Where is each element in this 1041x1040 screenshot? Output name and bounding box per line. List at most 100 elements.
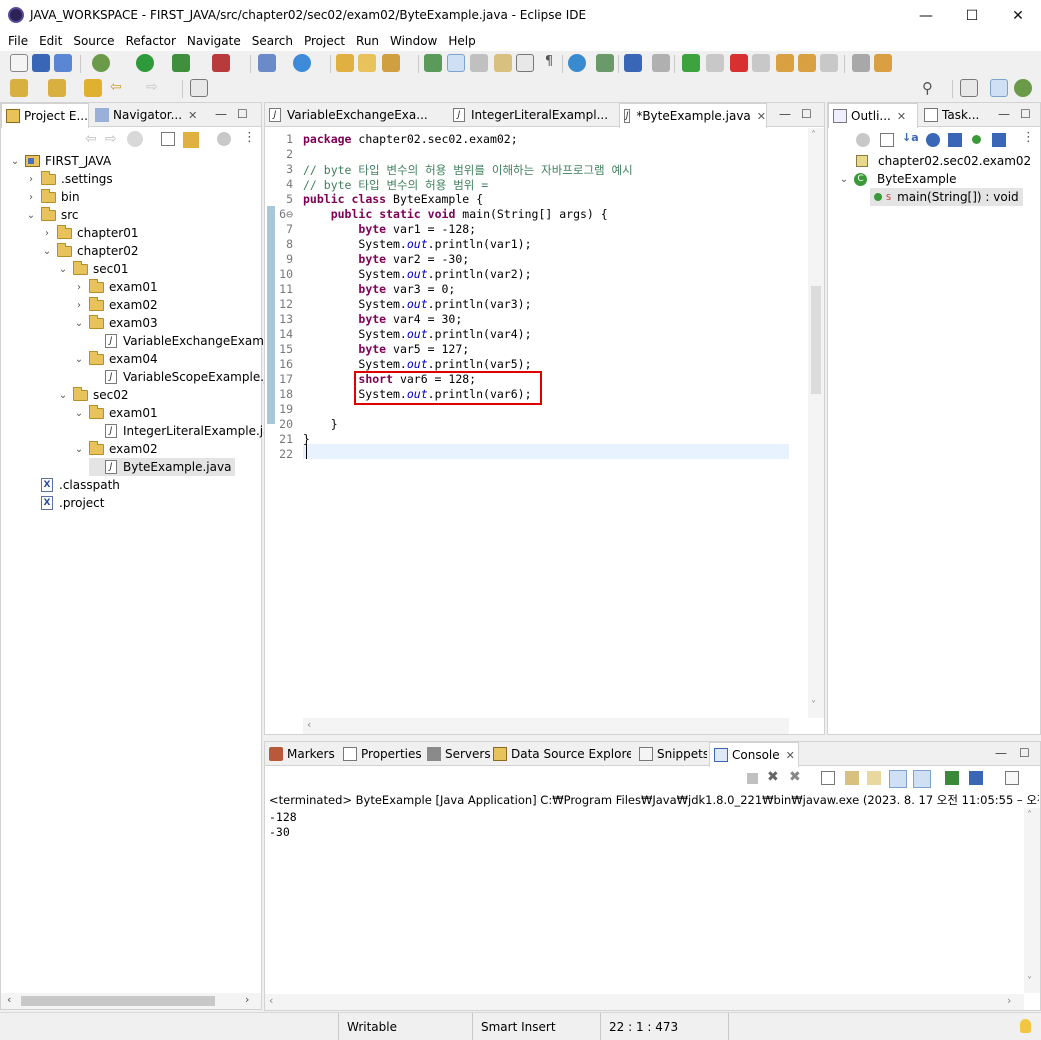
tab-task-list[interactable]: Task... (920, 103, 992, 127)
close-icon[interactable]: ✕ (897, 110, 906, 123)
chevron-down-icon[interactable]: ⌄ (25, 210, 37, 221)
save-all-icon[interactable] (54, 54, 72, 72)
step-into-icon[interactable] (776, 54, 794, 72)
tree-item[interactable]: ⌄ sec02 (57, 386, 129, 404)
tree-item[interactable]: › bin (25, 188, 80, 206)
maximize-view-icon[interactable]: ☐ (1019, 746, 1030, 760)
forward-arrow-icon[interactable]: ⇨ (146, 79, 164, 97)
project-explorer-hscrollbar[interactable]: ‹ › (1, 993, 261, 1009)
step-over-icon[interactable] (798, 54, 816, 72)
focus-icon[interactable] (856, 133, 870, 147)
chevron-down-icon[interactable]: ⌄ (9, 156, 21, 167)
scroll-left-icon[interactable]: ‹ (7, 993, 11, 1006)
view-menu-icon[interactable]: ⋮ (1022, 130, 1035, 145)
pin-editor-icon[interactable] (190, 79, 208, 97)
chevron-down-icon[interactable]: ⌄ (838, 174, 850, 185)
clear-console-icon[interactable] (821, 771, 835, 785)
hide-static-icon[interactable] (948, 133, 962, 147)
java-perspective-icon[interactable] (990, 79, 1008, 97)
minimize-view-icon[interactable]: — (998, 107, 1010, 121)
hide-local-types-icon[interactable] (992, 133, 1006, 147)
hide-fields-icon[interactable] (926, 133, 940, 147)
drop-to-frame-icon[interactable] (874, 54, 892, 72)
previous-annotation-icon[interactable] (48, 79, 66, 97)
menu-navigate[interactable]: Navigate (187, 34, 241, 48)
minimize-button[interactable]: — (903, 0, 949, 31)
remove-all-terminated-icon[interactable]: ✖ (789, 769, 801, 785)
status-insert-mode[interactable]: Smart Insert (472, 1013, 600, 1040)
remove-launch-icon[interactable]: ✖ (767, 769, 779, 785)
open-folder-icon[interactable] (358, 54, 376, 72)
editor-hscrollbar[interactable]: ‹ (303, 718, 789, 734)
chevron-right-icon[interactable]: › (25, 174, 37, 185)
minimize-editor-icon[interactable]: — (779, 107, 791, 121)
chevron-right-icon[interactable]: › (73, 300, 85, 311)
tab-properties[interactable]: Properties (339, 742, 421, 766)
maximize-button[interactable]: ☐ (949, 0, 995, 31)
menu-project[interactable]: Project (304, 34, 345, 48)
tree-item[interactable]: ⌄ exam02 (73, 440, 158, 458)
console-vscrollbar[interactable]: ˄ ˅ (1024, 808, 1040, 993)
chevron-down-icon[interactable]: ⌄ (73, 318, 85, 329)
monitor-icon[interactable] (624, 54, 642, 72)
filter-icon[interactable] (217, 132, 231, 146)
tree-item[interactable]: X .project (25, 494, 104, 512)
show-on-error-icon[interactable] (913, 770, 931, 788)
annotation-icon[interactable] (424, 54, 442, 72)
tree-item[interactable]: X .classpath (25, 476, 120, 494)
menu-source[interactable]: Source (73, 34, 114, 48)
scroll-up-icon[interactable]: ˄ (1027, 810, 1032, 821)
debug-perspective-icon[interactable] (1014, 79, 1032, 97)
vscroll-thumb[interactable] (811, 286, 821, 394)
highlight-icon[interactable] (447, 54, 465, 72)
maximize-view-icon[interactable]: ☐ (1020, 107, 1031, 121)
maximize-editor-icon[interactable]: ☐ (801, 107, 812, 121)
tree-item[interactable]: › exam01 (73, 278, 158, 296)
scroll-down-icon[interactable]: ˅ (811, 700, 816, 711)
scroll-right-icon[interactable]: › (245, 993, 249, 1006)
editor-vscrollbar[interactable]: ˄ ˅ (808, 128, 824, 718)
run-server-icon[interactable] (596, 54, 614, 72)
collapse-all-icon[interactable] (880, 133, 894, 147)
forward-icon[interactable]: ⇨ (105, 131, 117, 147)
tab-variable-exchange-example[interactable]: J VariableExchangeExa... (265, 103, 447, 127)
menu-edit[interactable]: Edit (39, 34, 62, 48)
chevron-down-icon[interactable]: ⌄ (57, 390, 69, 401)
run-icon[interactable] (136, 54, 154, 72)
block-select-icon[interactable] (470, 54, 488, 72)
maximize-view-icon[interactable]: ☐ (237, 107, 248, 121)
chevron-down-icon[interactable]: ⌄ (41, 246, 53, 257)
save-icon[interactable] (32, 54, 50, 72)
close-icon[interactable]: ✕ (757, 110, 766, 123)
tree-item[interactable]: ⌄ FIRST_JAVA (9, 152, 111, 170)
tab-project-explorer[interactable]: Project E... (1, 103, 89, 128)
menu-run[interactable]: Run (356, 34, 379, 48)
up-icon[interactable] (127, 131, 143, 147)
scroll-right-icon[interactable]: › (1007, 994, 1011, 1007)
tree-item[interactable]: ⌄ src (25, 206, 79, 224)
scroll-left-icon[interactable]: ‹ (307, 718, 311, 731)
new-java-project-icon[interactable] (258, 54, 276, 72)
tab-navigator[interactable]: Navigator... ✕ (91, 103, 203, 127)
tree-item[interactable]: ⌄ sec01 (57, 260, 129, 278)
scroll-left-icon[interactable]: ‹ (269, 994, 273, 1007)
tree-item[interactable]: J VariableExchangeExampl (89, 332, 275, 350)
link-with-editor-icon[interactable] (183, 132, 199, 148)
tab-console[interactable]: Console ✕ (709, 742, 799, 767)
chevron-down-icon[interactable]: ⌄ (73, 354, 85, 365)
menu-search[interactable]: Search (252, 34, 293, 48)
tip-lightbulb-icon[interactable] (1020, 1019, 1031, 1033)
close-window-button[interactable]: ✕ (995, 0, 1041, 31)
next-annotation-icon[interactable] (10, 79, 28, 97)
tab-servers[interactable]: Servers (423, 742, 491, 766)
tab-data-source-explorer[interactable]: Data Source Explorer (489, 742, 631, 766)
terminate-icon[interactable] (730, 54, 748, 72)
tree-item[interactable]: › exam02 (73, 296, 158, 314)
menu-help[interactable]: Help (448, 34, 475, 48)
close-icon[interactable]: ✕ (188, 109, 197, 122)
tree-item[interactable]: ⌄ exam03 (73, 314, 158, 332)
console-output[interactable]: -128 -30 (265, 808, 1024, 993)
chevron-right-icon[interactable]: › (25, 192, 37, 203)
menu-refactor[interactable]: Refactor (126, 34, 176, 48)
back-icon[interactable]: ⇦ (85, 131, 97, 147)
